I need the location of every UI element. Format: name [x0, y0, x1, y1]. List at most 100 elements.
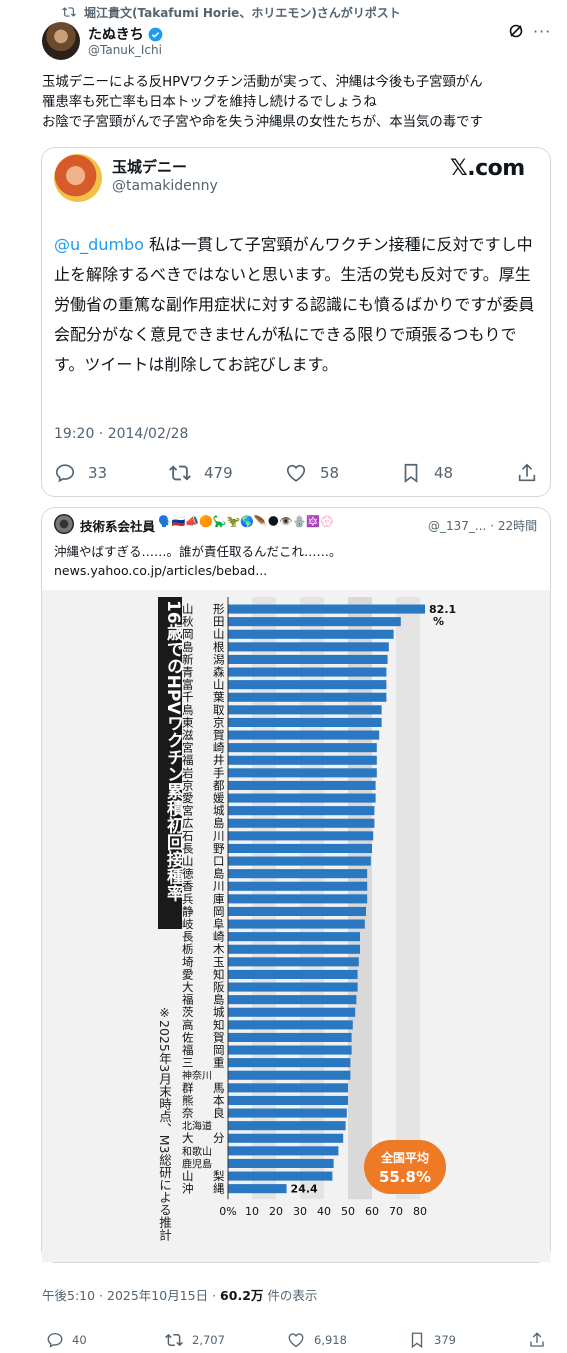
bar [228, 667, 387, 677]
verified-badge-icon [148, 27, 163, 42]
bar [228, 1158, 334, 1168]
bar [228, 1020, 353, 1030]
category-label: 重 [213, 1056, 225, 1070]
bar [228, 1045, 352, 1055]
category-label: 良 [213, 1106, 225, 1120]
bookmark-icon [408, 1331, 426, 1349]
author-name[interactable]: たぬきち [88, 24, 163, 44]
bar [228, 768, 377, 778]
nested-quote-avatar[interactable] [54, 514, 74, 534]
repost-button[interactable]: 2,707 [164, 1330, 225, 1350]
category-label: 大 [182, 1131, 194, 1145]
bar [228, 932, 360, 942]
quoted-author-name[interactable]: 玉城デニー [112, 156, 187, 177]
bar [228, 957, 359, 967]
nested-quote-handle[interactable]: @_137_... [428, 519, 486, 533]
quoted-like-button[interactable]: 58 [284, 460, 339, 486]
grok-icon[interactable] [508, 23, 524, 39]
quoted-author-handle[interactable]: @tamakidenny [112, 178, 218, 194]
quoted-reply-count: 33 [88, 464, 108, 482]
x-tick-label: 60 [365, 1205, 379, 1218]
category-label: 分 [213, 1131, 225, 1145]
bar [228, 680, 387, 690]
bar [228, 1007, 356, 1017]
bar [228, 793, 376, 803]
quoted-text-body: 私は一貫して子宮頸がんワクチン接種に反対ですし中止を解除するべきではないと思いま… [54, 235, 535, 374]
bar [228, 654, 388, 664]
like-count: 6,918 [314, 1333, 347, 1347]
average-label: 全国平均 [380, 1151, 429, 1165]
quoted-text: @u_dumbo 私は一貫して子宮頸がんワクチン接種に反対ですし中止を解除するべ… [54, 230, 540, 380]
share-icon [528, 1331, 546, 1349]
bar [228, 881, 368, 891]
bar [228, 818, 375, 828]
bar [228, 894, 368, 904]
bar [228, 806, 375, 816]
x-tick-label: 80 [413, 1205, 427, 1218]
bar [228, 1146, 339, 1156]
quoted-repost-button[interactable]: 479 [168, 460, 233, 486]
bar [228, 969, 358, 979]
bar [228, 780, 376, 790]
repost-indicator[interactable]: 堀江貴文(Takafumi Horie、ホリエモン)さんがリポスト [62, 4, 401, 20]
chart-title: 16歳でのHPVワクチン累積初回接種率 [163, 600, 183, 902]
bar [228, 1083, 348, 1093]
quoted-like-count: 58 [320, 464, 340, 482]
bookmark-button[interactable]: 379 [408, 1330, 456, 1350]
mention-link[interactable]: @u_dumbo [54, 235, 144, 254]
quoted-avatar[interactable] [54, 154, 102, 202]
data-label-unit: % [433, 615, 444, 628]
more-options-icon[interactable]: ··· [533, 22, 551, 41]
bar [228, 1058, 351, 1068]
bar [228, 856, 371, 866]
post-meta: 午後5:10 · 2025年10月15日 · 60.2万 件の表示 [42, 1285, 317, 1304]
bookmark-icon [400, 462, 422, 484]
x-tick-label: 20 [269, 1205, 283, 1218]
avatar[interactable] [42, 22, 80, 60]
repost-icon [62, 5, 76, 19]
category-label: 三 [182, 1056, 194, 1070]
bar [228, 944, 360, 954]
x-tick-label: 50 [341, 1205, 355, 1218]
reply-button[interactable]: 40 [46, 1330, 87, 1350]
bar [228, 995, 357, 1005]
bar [228, 1070, 351, 1080]
quoted-bookmark-count: 48 [434, 464, 454, 482]
x-tick-label: 30 [293, 1205, 307, 1218]
nested-quote-emoji-string: 🗣️🇷🇺📣🟠🦕🦖🌎🪶🌑👁️🪬🔯💮 [158, 515, 334, 528]
bar [228, 906, 366, 916]
quoted-repost-count: 479 [204, 464, 233, 482]
x-logo: 𝕏.com [450, 156, 525, 181]
bar [228, 1108, 347, 1118]
nested-quote-author-name[interactable]: 技術系会社員 [80, 516, 155, 535]
bar [228, 1121, 346, 1131]
bar [228, 629, 394, 639]
repost-count: 2,707 [192, 1333, 225, 1347]
bar [228, 617, 401, 627]
bar [228, 843, 372, 853]
repost-icon [168, 462, 192, 484]
category-label: 奈 [182, 1106, 194, 1120]
grid-band [396, 597, 420, 1200]
quoted-reply-button[interactable]: 33 [54, 460, 107, 486]
nested-quote-age[interactable]: · 22時間 [490, 519, 537, 533]
like-button[interactable]: 6,918 [286, 1330, 347, 1350]
bar [228, 717, 382, 727]
bookmark-count: 379 [434, 1333, 456, 1347]
share-button[interactable] [528, 1330, 546, 1350]
reply-icon [54, 462, 76, 484]
reply-icon [46, 1331, 64, 1349]
bar [228, 1184, 287, 1194]
quoted-bookmark-button[interactable]: 48 [400, 460, 453, 486]
author-handle[interactable]: @Tanuk_Ichi [88, 43, 162, 57]
bar [228, 831, 374, 841]
bar [228, 705, 382, 715]
quoted-share-button[interactable] [516, 460, 538, 486]
bar [228, 1032, 352, 1042]
quoted-timestamp[interactable]: 19:20 · 2014/02/28 [54, 426, 188, 442]
post-text: 玉城デニーによる反HPVワクチン活動が実って、沖縄は今後も子宮頸がん 罹患率も死… [42, 75, 483, 130]
category-label: 和歌山 [182, 1145, 212, 1158]
bar [228, 1095, 348, 1105]
post-timestamp[interactable]: 午後5:10 · 2025年10月15日 · [42, 1288, 220, 1303]
x-tick-label: 40 [317, 1205, 331, 1218]
